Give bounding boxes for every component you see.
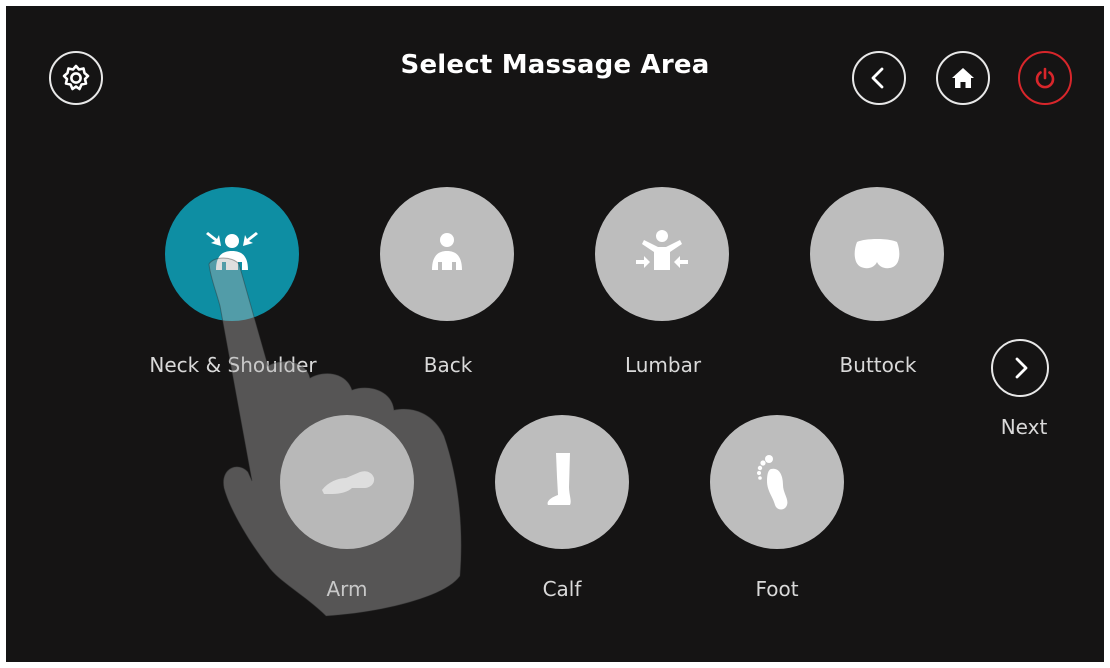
area-label-arm: Arm <box>326 577 368 601</box>
area-neck-shoulder-button[interactable] <box>165 187 299 321</box>
area-label-foot: Foot <box>755 577 799 601</box>
area-label-lumbar: Lumbar <box>624 353 702 377</box>
back-icon <box>432 233 462 270</box>
area-back-button[interactable] <box>380 187 514 321</box>
area-label-back: Back <box>423 353 473 377</box>
area-lumbar-button[interactable] <box>595 187 729 321</box>
area-label-calf: Calf <box>542 577 582 601</box>
area-buttock-button[interactable] <box>810 187 944 321</box>
chevron-right-icon <box>1015 357 1028 379</box>
neck-shoulder-icon <box>206 232 258 270</box>
area-calf-button[interactable] <box>495 415 629 549</box>
power-icon <box>1035 67 1055 89</box>
back-button[interactable] <box>852 51 906 105</box>
hand-pointer-icon <box>208 257 462 617</box>
arm-icon <box>322 471 375 494</box>
area-foot-button[interactable] <box>710 415 844 549</box>
calf-icon <box>547 453 571 505</box>
area-arm-button[interactable] <box>280 415 414 549</box>
area-label-buttock: Buttock <box>839 353 917 377</box>
next-button[interactable] <box>991 339 1049 397</box>
chevron-left-icon <box>871 67 884 89</box>
area-label-neck-shoulder: Neck & Shoulder <box>149 353 317 377</box>
next-label: Next <box>1000 415 1048 439</box>
massage-area-screen: Select Massage Area Neck & Shoulder Back… <box>6 6 1104 662</box>
foot-icon <box>757 455 788 510</box>
home-icon <box>952 68 974 88</box>
lumbar-icon <box>636 230 688 270</box>
home-button[interactable] <box>936 51 990 105</box>
buttock-icon <box>854 239 900 269</box>
power-button[interactable] <box>1018 51 1072 105</box>
